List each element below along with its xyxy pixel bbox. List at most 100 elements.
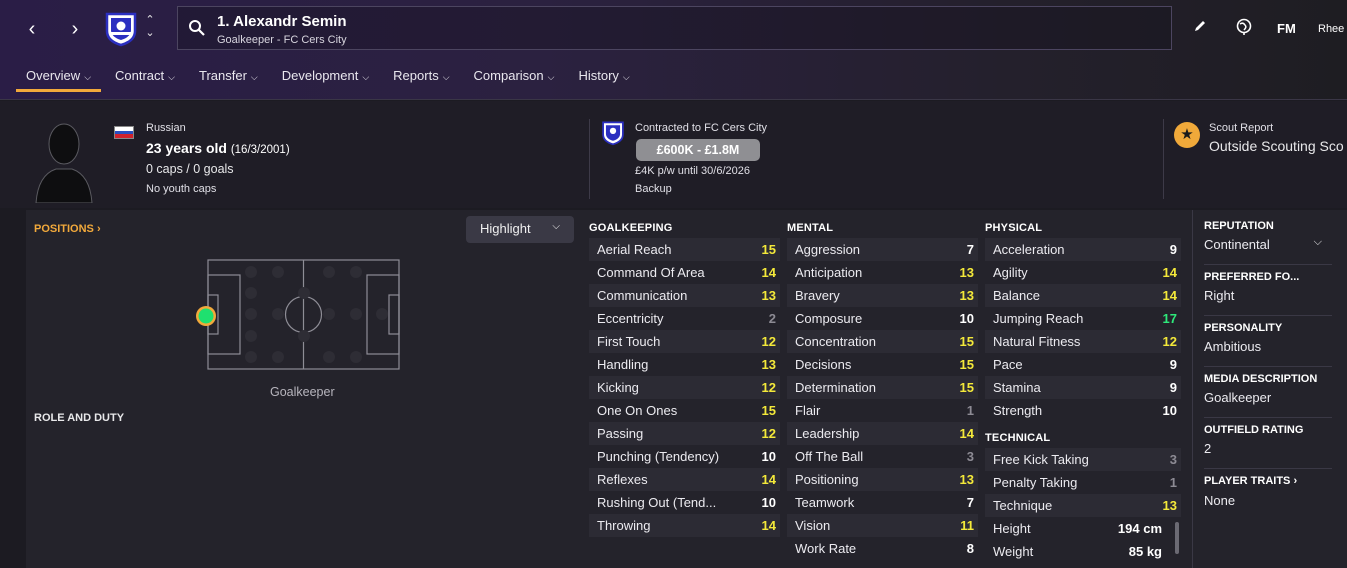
attribute-row[interactable]: Anticipation 13 <box>787 261 978 284</box>
attribute-row[interactable]: Composure 10 <box>787 307 978 330</box>
scout-report-value[interactable]: Outside Scouting Sco <box>1209 138 1347 154</box>
highlight-dropdown[interactable]: Highlight ⌵ <box>466 216 574 243</box>
attribute-row[interactable]: Free Kick Taking 3 <box>985 448 1181 471</box>
search-icon[interactable] <box>188 19 206 37</box>
player-search-box[interactable]: 1. Alexandr Semin Goalkeeper - FC Cers C… <box>177 6 1172 50</box>
tab-transfer[interactable]: Transfer ⌵ <box>189 60 268 92</box>
fm-menu-label[interactable]: FM <box>1277 21 1296 45</box>
attribute-row[interactable]: Off The Ball 3 <box>787 445 978 468</box>
attribute-name: Work Rate <box>795 541 857 556</box>
tab-overview[interactable]: Overview ⌵ <box>16 60 102 92</box>
tab-development[interactable]: Development ⌵ <box>272 60 379 92</box>
caps-goals: 0 caps / 0 goals <box>146 162 234 176</box>
globe-icon[interactable] <box>1235 18 1253 42</box>
wage-contract: £4K p/w until 30/6/2026 <box>635 165 750 177</box>
attribute-row[interactable]: Pace 9 <box>985 353 1181 376</box>
tab-history[interactable]: History ⌵ <box>568 60 639 92</box>
club-crest-icon[interactable] <box>104 11 138 47</box>
weight-label: Weight <box>993 544 1034 559</box>
attribute-row[interactable]: Determination 15 <box>787 376 978 399</box>
attribute-row[interactable]: Throwing 14 <box>589 514 780 537</box>
attribute-name: Anticipation <box>795 265 863 280</box>
attribute-row[interactable]: Decisions 15 <box>787 353 978 376</box>
chevron-down-icon[interactable]: ⌵ <box>1314 236 1322 249</box>
age-text: 23 years old <box>146 140 227 156</box>
star-icon: ★ <box>1174 122 1200 148</box>
attribute-row[interactable]: Vision 11 <box>787 514 978 537</box>
attribute-name: Off The Ball <box>795 449 864 464</box>
attribute-row[interactable]: First Touch 12 <box>589 330 780 353</box>
forward-arrow-icon[interactable]: › <box>63 17 87 41</box>
tab-contract[interactable]: Contract ⌵ <box>105 60 185 92</box>
youth-caps: No youth caps <box>146 183 217 195</box>
goalkeeper-position-marker[interactable] <box>194 304 218 328</box>
attribute-row[interactable]: Natural Fitness 12 <box>985 330 1181 353</box>
attribute-value: 9 <box>1169 380 1177 395</box>
attribute-row[interactable]: Kicking 12 <box>589 376 780 399</box>
attribute-value: 1 <box>1169 475 1177 490</box>
attribute-name: Reflexes <box>597 472 648 487</box>
positions-link[interactable]: POSITIONS › <box>34 223 101 235</box>
attribute-name: Handling <box>597 357 649 372</box>
mental-title: MENTAL <box>787 222 834 234</box>
date-of-birth: (16/3/2001) <box>230 144 290 156</box>
role-duty-title: ROLE AND DUTY <box>34 412 125 424</box>
attribute-name: Strength <box>993 403 1043 418</box>
user-label[interactable]: Rhee <box>1318 23 1344 47</box>
weight-value: 85 kg <box>1128 544 1162 559</box>
attribute-row[interactable]: Stamina 9 <box>985 376 1181 399</box>
reputation-item[interactable]: REPUTATION Continental ⌵ <box>1204 220 1332 265</box>
attribute-row[interactable]: Acceleration 9 <box>985 238 1181 261</box>
attribute-value: 9 <box>1169 357 1177 372</box>
player-silhouette-icon <box>35 123 93 203</box>
attribute-row[interactable]: Rushing Out (Tend... 10 <box>589 491 780 514</box>
attribute-value: 15 <box>959 380 974 395</box>
player-traits-item[interactable]: PLAYER TRAITS › None <box>1204 475 1332 520</box>
back-arrow-icon[interactable]: ‹ <box>20 17 44 41</box>
attribute-row[interactable]: One On Ones 15 <box>589 399 780 422</box>
top-bar: ‹ › ⌃ ⌄ 1. Alexandr Semin Goalkeeper - FC… <box>0 0 1347 100</box>
attribute-row[interactable]: Balance 14 <box>985 284 1181 307</box>
attribute-row[interactable]: Bravery 13 <box>787 284 978 307</box>
attribute-row[interactable]: Teamwork 7 <box>787 491 978 514</box>
attribute-row[interactable]: Punching (Tendency) 10 <box>589 445 780 468</box>
attribute-row[interactable]: Communication 13 <box>589 284 780 307</box>
chevron-down-icon: ⌵ <box>362 72 370 82</box>
attributes-scrollbar[interactable] <box>1175 522 1179 554</box>
player-switch-arrows[interactable]: ⌃ ⌄ <box>143 14 157 42</box>
attribute-row[interactable]: Aggression 7 <box>787 238 978 261</box>
tab-comparison[interactable]: Comparison ⌵ <box>464 60 565 92</box>
attribute-row[interactable]: Aerial Reach 15 <box>589 238 780 261</box>
attribute-row[interactable]: Work Rate 8 <box>787 537 978 560</box>
player-header-panel: Russian 23 years old (16/3/2001) 0 caps … <box>0 101 1347 208</box>
attribute-value: 3 <box>1169 452 1177 467</box>
attribute-value: 11 <box>960 518 974 533</box>
attribute-row[interactable]: Leadership 14 <box>787 422 978 445</box>
player-age: 23 years old (16/3/2001) <box>146 140 290 156</box>
attribute-row[interactable]: Reflexes 14 <box>589 468 780 491</box>
attribute-row[interactable]: Flair 1 <box>787 399 978 422</box>
attribute-row[interactable]: Eccentricity 2 <box>589 307 780 330</box>
attribute-name: One On Ones <box>597 403 678 418</box>
russia-flag-icon <box>114 126 134 139</box>
attribute-value: 8 <box>966 541 974 556</box>
transfer-value-badge[interactable]: £600K - £1.8M <box>636 139 760 161</box>
attribute-row[interactable]: Concentration 15 <box>787 330 978 353</box>
attribute-row[interactable]: Strength 10 <box>985 399 1181 422</box>
tab-reports[interactable]: Reports ⌵ <box>383 60 459 92</box>
attribute-row[interactable]: Positioning 13 <box>787 468 978 491</box>
attribute-row[interactable]: Passing 12 <box>589 422 780 445</box>
attribute-value: 14 <box>1162 265 1177 280</box>
attribute-row[interactable]: Agility 14 <box>985 261 1181 284</box>
attribute-name: Vision <box>795 518 831 533</box>
attribute-row[interactable]: Jumping Reach 17 <box>985 307 1181 330</box>
player-traits-value: None <box>1204 493 1236 508</box>
attribute-row[interactable]: Handling 13 <box>589 353 780 376</box>
edit-pencil-icon[interactable] <box>1192 18 1208 42</box>
attribute-row[interactable]: Technique 13 <box>985 494 1181 517</box>
attribute-row[interactable]: Command Of Area 14 <box>589 261 780 284</box>
attribute-row[interactable]: Penalty Taking 1 <box>985 471 1181 494</box>
squad-status: Backup <box>635 183 672 195</box>
attribute-name: Determination <box>795 380 876 395</box>
attribute-value: 12 <box>761 426 776 441</box>
